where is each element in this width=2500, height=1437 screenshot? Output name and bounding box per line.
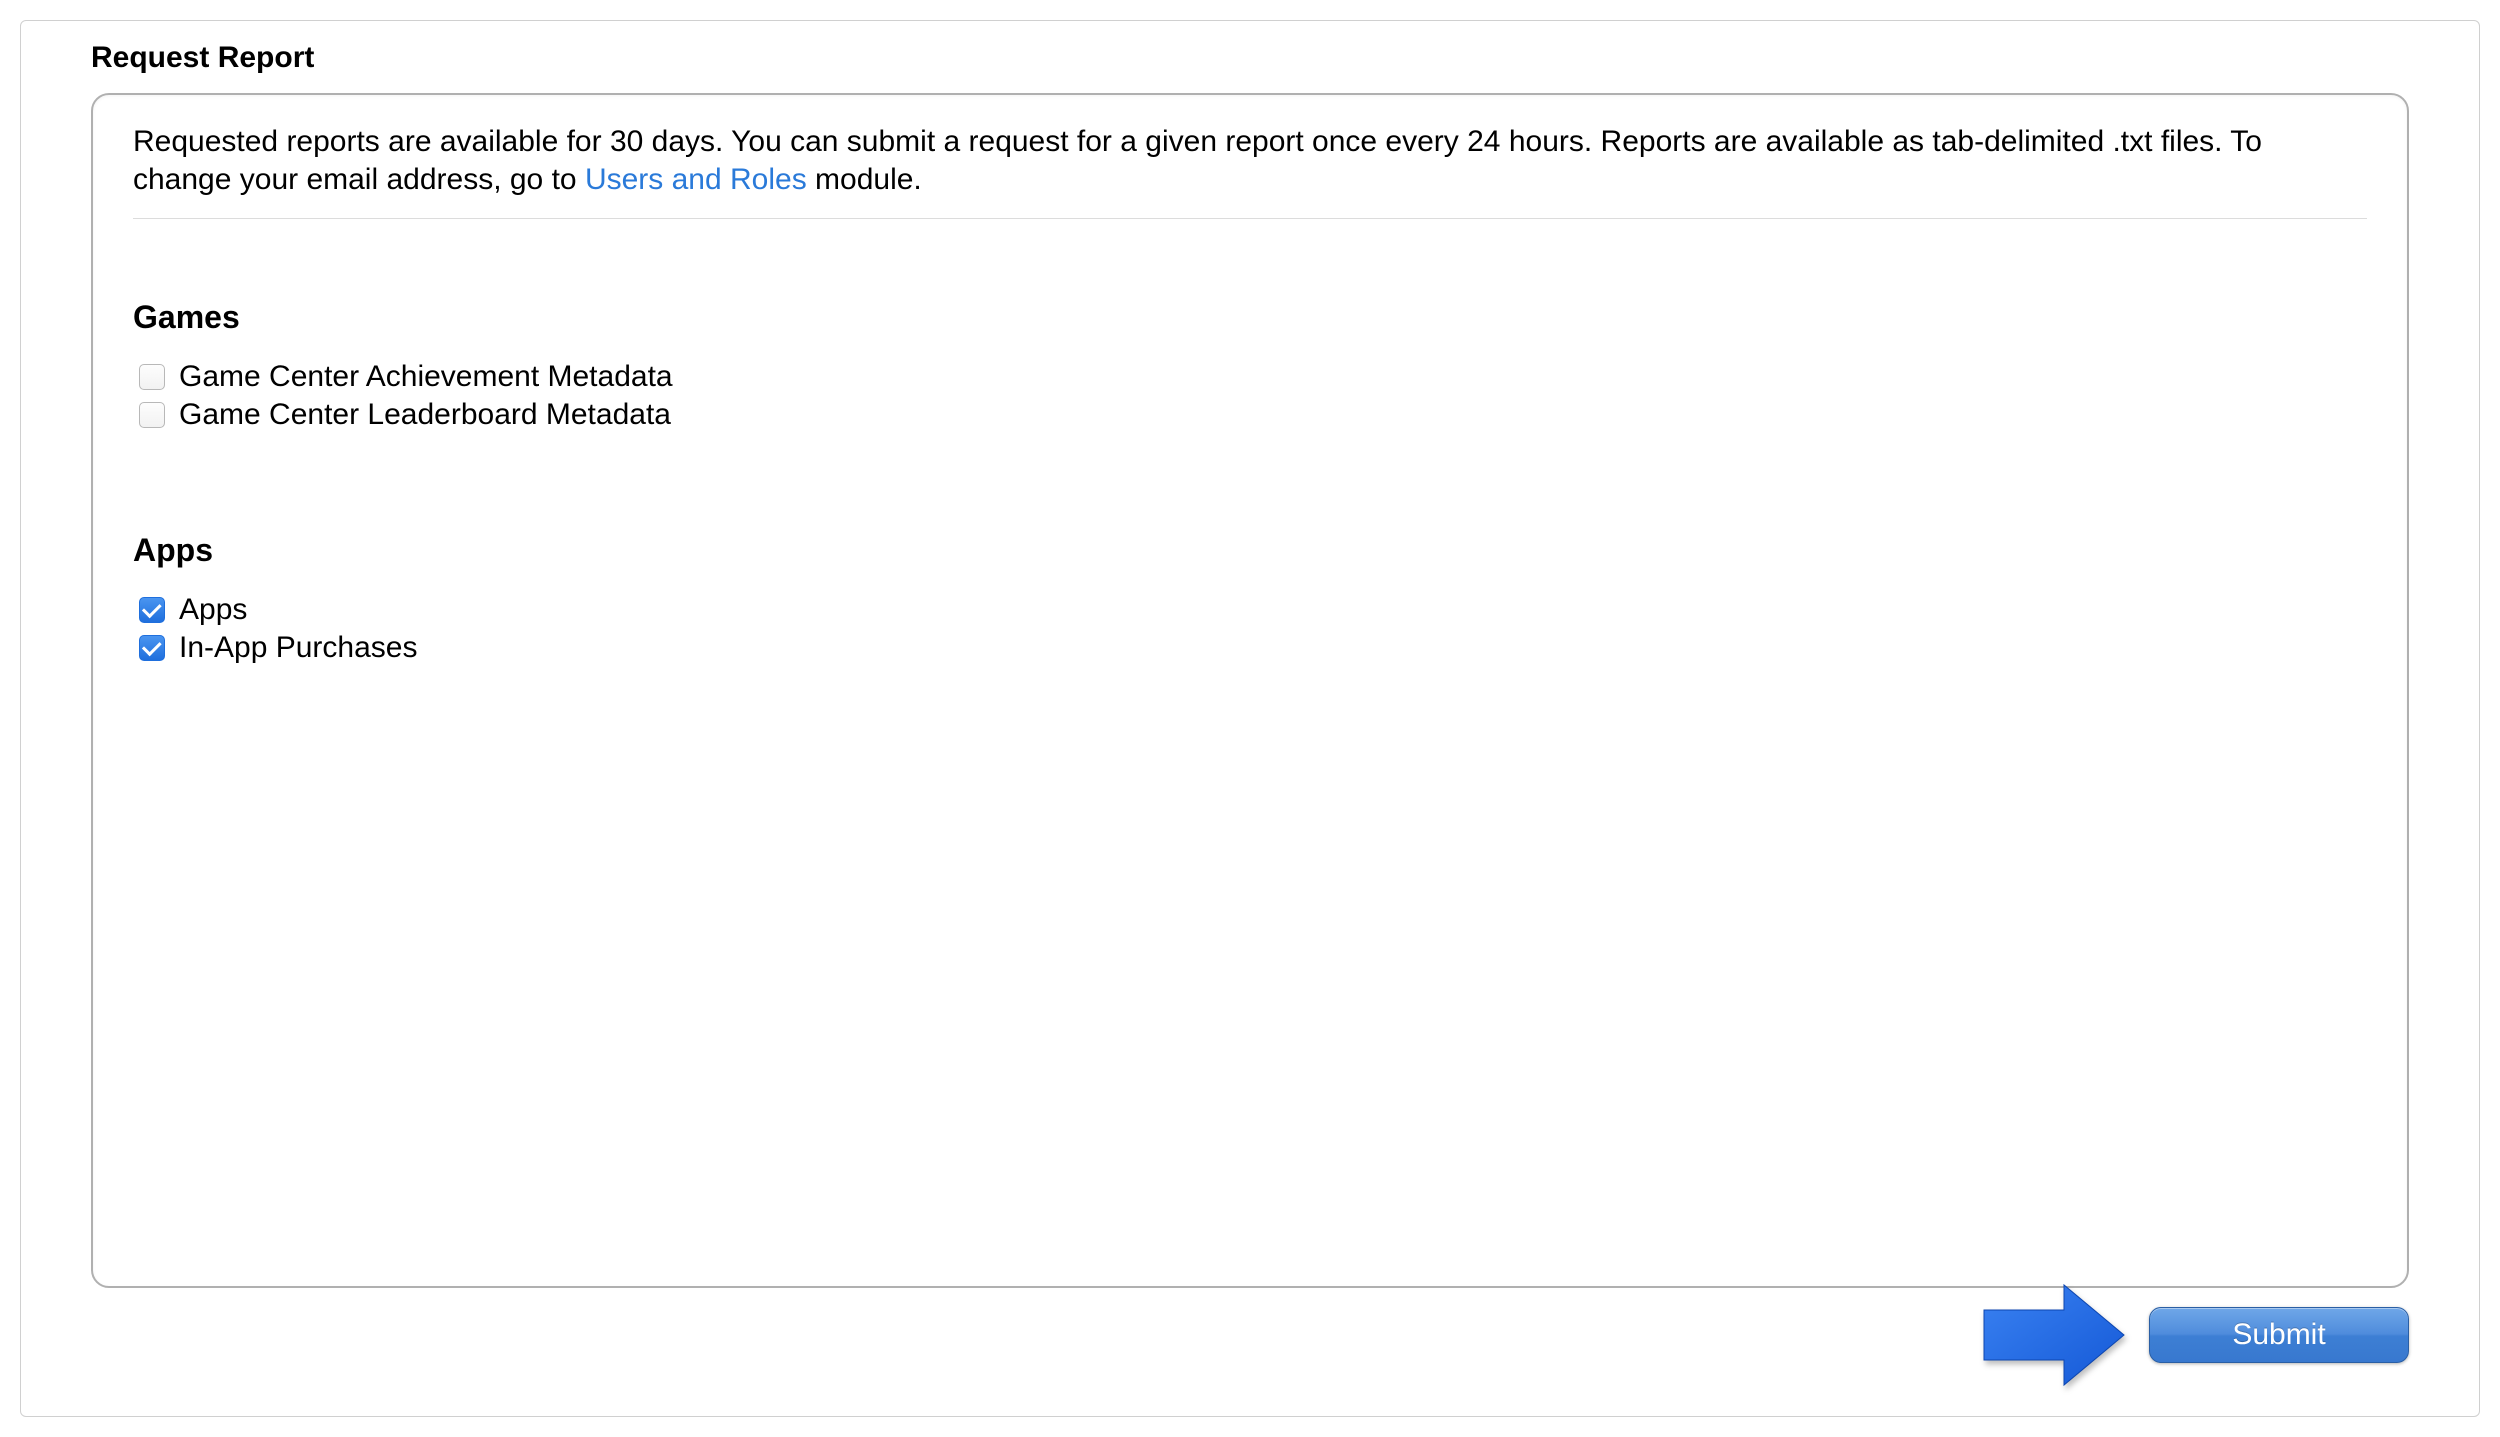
request-report-container: Request Report Requested reports are ava…: [20, 20, 2480, 1417]
checkbox-achievement[interactable]: [139, 364, 165, 390]
checkbox-row-leaderboard[interactable]: Game Center Leaderboard Metadata: [133, 398, 2367, 432]
checkbox-row-apps[interactable]: Apps: [133, 593, 2367, 627]
description-after: module.: [807, 163, 922, 196]
checkbox-apps[interactable]: [139, 597, 165, 623]
checkbox-row-iap[interactable]: In-App Purchases: [133, 631, 2367, 665]
description-text: Requested reports are available for 30 d…: [133, 123, 2367, 198]
section-apps: Apps Apps In-App Purchases: [133, 532, 2367, 665]
footer: Submit: [1979, 1280, 2409, 1390]
users-and-roles-link[interactable]: Users and Roles: [585, 163, 807, 196]
arrow-right-icon: [1979, 1280, 2129, 1390]
section-heading-games: Games: [133, 299, 2367, 336]
page-title: Request Report: [91, 41, 2409, 75]
submit-button[interactable]: Submit: [2149, 1307, 2409, 1363]
checkbox-label-achievement[interactable]: Game Center Achievement Metadata: [179, 360, 673, 394]
checkbox-leaderboard[interactable]: [139, 402, 165, 428]
report-panel: Requested reports are available for 30 d…: [91, 93, 2409, 1288]
checkbox-label-iap[interactable]: In-App Purchases: [179, 631, 417, 665]
section-heading-apps: Apps: [133, 532, 2367, 569]
checkbox-row-achievement[interactable]: Game Center Achievement Metadata: [133, 360, 2367, 394]
checkbox-iap[interactable]: [139, 635, 165, 661]
divider: [133, 218, 2367, 219]
checkbox-label-leaderboard[interactable]: Game Center Leaderboard Metadata: [179, 398, 671, 432]
section-games: Games Game Center Achievement Metadata G…: [133, 299, 2367, 432]
description-before: Requested reports are available for 30 d…: [133, 125, 2262, 196]
checkbox-label-apps[interactable]: Apps: [179, 593, 247, 627]
